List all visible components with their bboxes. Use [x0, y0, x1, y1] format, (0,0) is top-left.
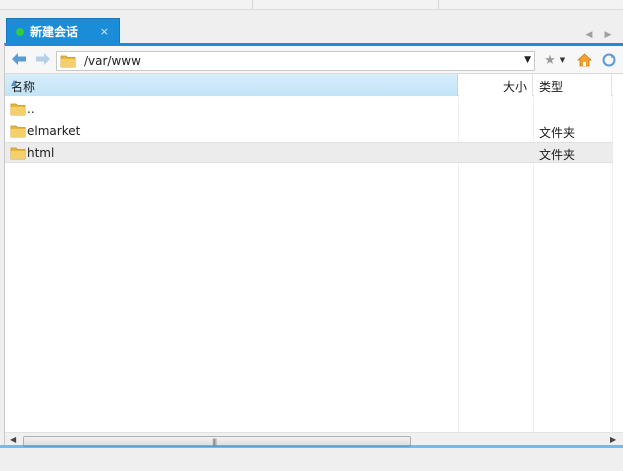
- folder-icon: [60, 54, 76, 68]
- top-strip-divider: [438, 0, 439, 9]
- arrow-right-icon: [36, 53, 50, 65]
- scroll-left-icon[interactable]: ◀: [10, 435, 16, 444]
- close-icon[interactable]: ×: [100, 25, 109, 38]
- file-type: 文件夹: [539, 148, 576, 162]
- star-icon[interactable]: ★: [543, 52, 557, 68]
- back-button[interactable]: [10, 51, 28, 67]
- file-name: html: [27, 146, 55, 160]
- list-item-elmarket[interactable]: elmarket 文件夹: [5, 121, 613, 142]
- folder-icon: [10, 102, 26, 116]
- file-browser-panel: /var/www ▼ ★ ▼ 名称 ▲ 大小 类型 .. elmarket 文件…: [4, 43, 623, 448]
- sort-ascending-icon: ▲: [11, 78, 18, 87]
- tab-bar: 新建会话 × ◀ ▶: [0, 10, 623, 44]
- path-input[interactable]: /var/www ▼: [56, 51, 535, 71]
- top-strip-divider: [252, 0, 253, 9]
- connection-status-icon: [16, 27, 24, 36]
- top-strip: [0, 0, 623, 10]
- tab-label: 新建会话: [30, 25, 79, 39]
- list-item-html[interactable]: html 文件夹: [5, 142, 613, 163]
- tab-scroll-left-icon[interactable]: ◀: [584, 30, 594, 40]
- column-header-name[interactable]: 名称 ▲: [5, 74, 458, 96]
- column-header-row: 名称 ▲ 大小 类型: [5, 74, 623, 96]
- tab-scroll-right-icon[interactable]: ▶: [603, 30, 613, 40]
- column-header-type[interactable]: 类型: [534, 74, 612, 96]
- folder-icon: [10, 124, 26, 138]
- chevron-down-icon[interactable]: ▼: [558, 52, 567, 68]
- panel-bottom-accent: [0, 445, 623, 448]
- list-item-parent[interactable]: ..: [5, 99, 613, 120]
- toolbar: /var/www ▼ ★ ▼: [5, 46, 623, 74]
- column-header-overflow[interactable]: [613, 74, 623, 96]
- column-size-label: 大小: [502, 80, 527, 94]
- scroll-right-icon[interactable]: ▶: [610, 435, 616, 444]
- refresh-icon[interactable]: [600, 52, 618, 68]
- home-icon[interactable]: [576, 52, 592, 68]
- arrow-left-icon: [12, 53, 26, 65]
- file-type: 文件夹: [539, 126, 576, 140]
- file-name: elmarket: [27, 124, 81, 138]
- chevron-down-icon[interactable]: ▼: [524, 55, 531, 65]
- column-type-label: 类型: [539, 80, 564, 94]
- tab-new-session[interactable]: 新建会话 ×: [6, 18, 120, 44]
- folder-icon: [10, 146, 26, 160]
- file-name: ..: [27, 102, 35, 116]
- forward-button[interactable]: [34, 51, 52, 67]
- file-list: .. elmarket 文件夹 html 文件夹: [5, 97, 623, 433]
- path-text: /var/www: [84, 54, 141, 68]
- column-header-size[interactable]: 大小: [459, 74, 533, 96]
